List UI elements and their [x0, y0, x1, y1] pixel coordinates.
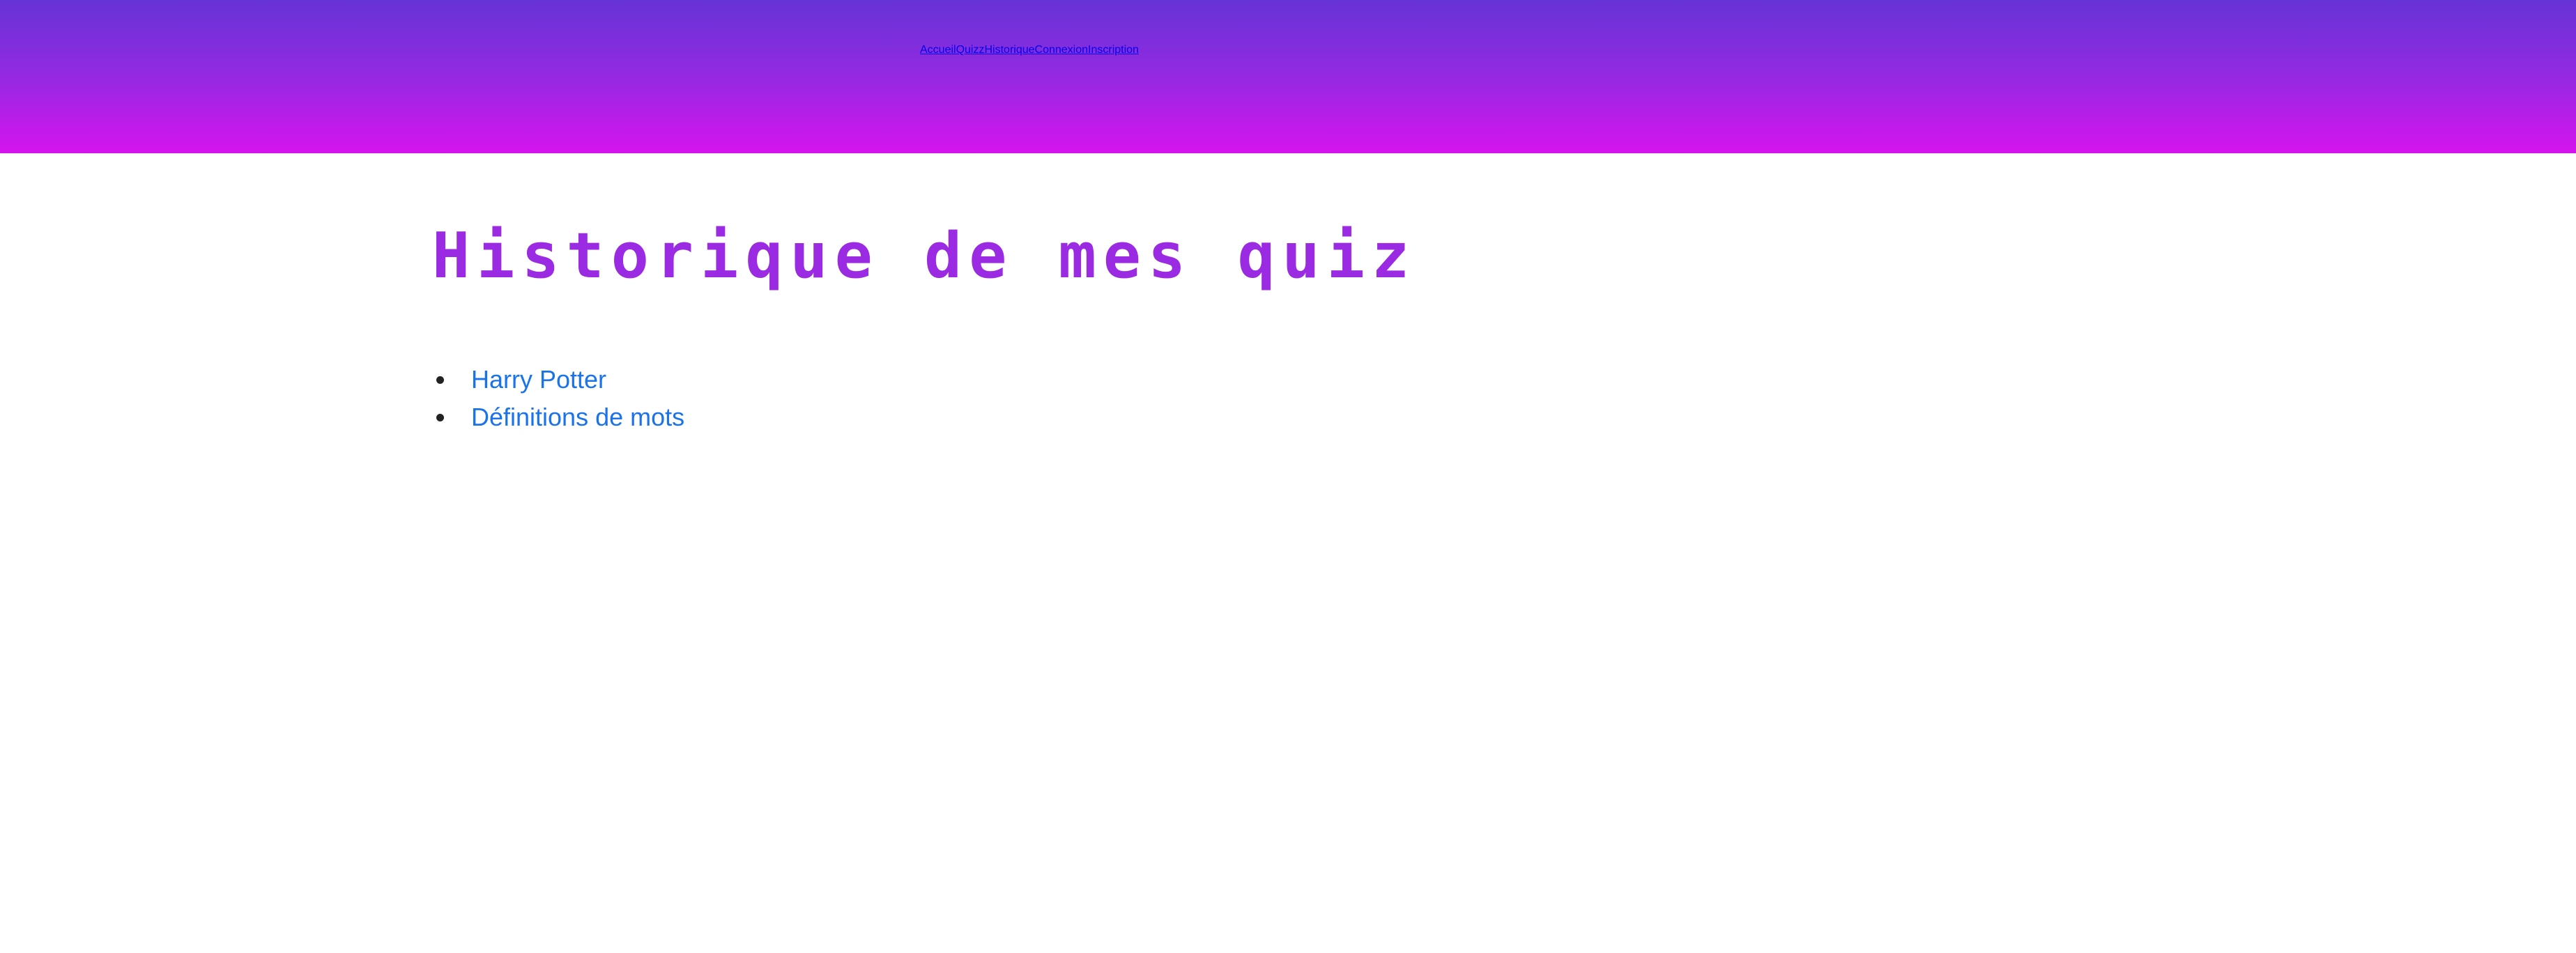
main-nav: Accueil Quizz Historique Connexion Inscr… [920, 44, 1139, 56]
nav-link-connexion[interactable]: Connexion [1035, 44, 1089, 56]
list-item: Définitions de mots [432, 398, 684, 436]
nav-link-inscription[interactable]: Inscription [1088, 44, 1139, 56]
nav-link-accueil[interactable]: Accueil [920, 44, 956, 56]
quiz-link-definitions-de-mots[interactable]: Définitions de mots [471, 403, 684, 431]
nav-link-quizz[interactable]: Quizz [956, 44, 985, 56]
quiz-history-list: Harry Potter Définitions de mots [432, 361, 684, 436]
page-title: Historique de mes quiz [432, 219, 1417, 293]
nav-link-historique[interactable]: Historique [984, 44, 1034, 56]
top-navigation-bar: Accueil Quizz Historique Connexion Inscr… [0, 0, 2576, 153]
list-item: Harry Potter [432, 361, 684, 398]
bullet-icon [436, 376, 444, 384]
bullet-icon [436, 414, 444, 421]
quiz-link-harry-potter[interactable]: Harry Potter [471, 365, 606, 394]
